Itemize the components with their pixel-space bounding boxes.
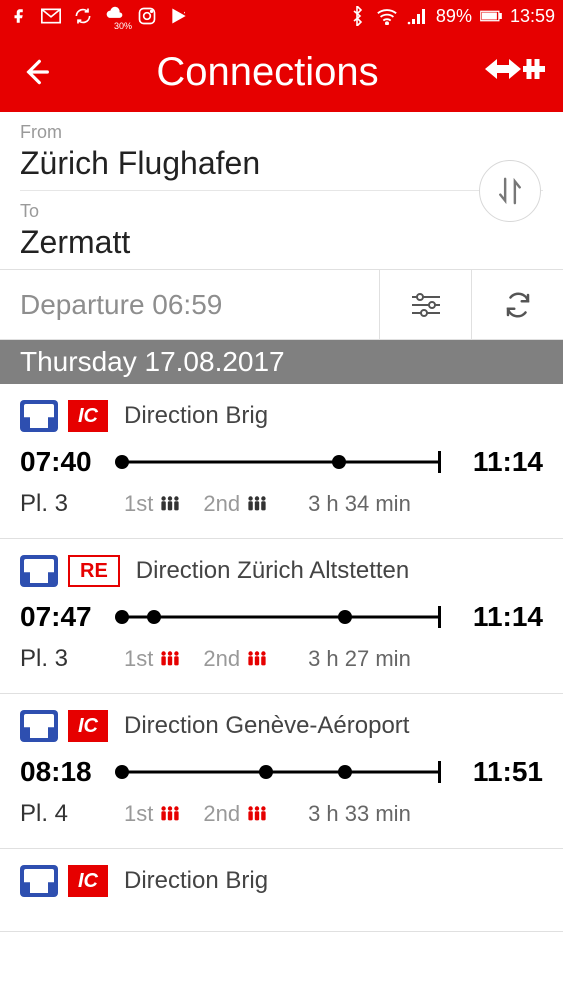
battery-icon [480, 5, 502, 27]
train-badge: IC [68, 400, 108, 432]
search-panel: From Zürich Flughafen To Zermatt [0, 112, 563, 270]
from-label: From [20, 122, 543, 143]
page-title: Connections [50, 50, 485, 95]
filter-button[interactable] [379, 270, 471, 339]
from-field[interactable]: From Zürich Flughafen [0, 112, 563, 190]
departure-time: 07:47 [20, 601, 110, 633]
duration-label: 3 h 33 min [308, 801, 411, 827]
connection-item[interactable]: IC Direction Brig 07:40 11:14 Pl. 3 1st … [0, 384, 563, 539]
connection-item[interactable]: IC Direction Genève-Aéroport 08:18 11:51… [0, 694, 563, 849]
first-class-label: 1st [124, 491, 153, 517]
direction-label: Direction Genève-Aéroport [124, 712, 409, 740]
second-class-label: 2nd [203, 646, 240, 672]
departure-time-button[interactable]: Departure 06:59 [0, 270, 379, 339]
clock-time: 13:59 [510, 6, 555, 27]
to-field[interactable]: To Zermatt [0, 191, 563, 269]
train-badge: IC [68, 710, 108, 742]
sliders-icon [410, 292, 442, 318]
connections-list: IC Direction Brig 07:40 11:14 Pl. 3 1st … [0, 384, 563, 932]
departure-time: 08:18 [20, 756, 110, 788]
connection-item[interactable]: IC Direction Brig [0, 849, 563, 932]
duration-label: 3 h 34 min [308, 491, 411, 517]
status-bar: 30% 89% 13:59 [0, 0, 563, 32]
swap-button[interactable] [479, 160, 541, 222]
occupancy-first-icon [159, 649, 181, 669]
arrival-time: 11:14 [453, 446, 543, 478]
train-icon [20, 865, 58, 897]
play-icon [168, 5, 190, 27]
platform-label: Pl. 3 [20, 490, 124, 518]
swap-icon [495, 174, 525, 208]
departure-row: Departure 06:59 [0, 270, 563, 340]
occupancy-first-icon [159, 804, 181, 824]
from-value: Zürich Flughafen [20, 145, 543, 182]
departure-time: 07:40 [20, 446, 110, 478]
direction-label: Direction Zürich Altstetten [136, 557, 409, 585]
journey-timeline [122, 604, 441, 630]
instagram-icon [136, 5, 158, 27]
journey-timeline [122, 759, 441, 785]
occupancy-second-icon [246, 804, 268, 824]
sbb-logo-icon [485, 57, 545, 87]
app-header: Connections [0, 32, 563, 112]
to-value: Zermatt [20, 224, 543, 261]
journey-timeline [122, 449, 441, 475]
direction-label: Direction Brig [124, 867, 268, 895]
direction-label: Direction Brig [124, 402, 268, 430]
duration-label: 3 h 27 min [308, 646, 411, 672]
occupancy-first-icon [159, 494, 181, 514]
first-class-label: 1st [124, 646, 153, 672]
date-header: Thursday 17.08.2017 [0, 340, 563, 384]
first-class-label: 1st [124, 801, 153, 827]
train-badge: RE [68, 555, 120, 587]
platform-label: Pl. 4 [20, 800, 124, 828]
second-class-label: 2nd [203, 801, 240, 827]
signal-icon [406, 5, 428, 27]
bluetooth-icon [346, 5, 368, 27]
train-icon [20, 555, 58, 587]
mail-icon [40, 5, 62, 27]
battery-percent: 89% [436, 6, 472, 27]
refresh-button[interactable] [471, 270, 563, 339]
occupancy-second-icon [246, 649, 268, 669]
train-badge: IC [68, 865, 108, 897]
occupancy-second-icon [246, 494, 268, 514]
arrival-time: 11:51 [453, 756, 543, 788]
back-button[interactable] [18, 56, 50, 88]
second-class-label: 2nd [203, 491, 240, 517]
sync-icon [72, 5, 94, 27]
refresh-icon [503, 290, 533, 320]
weather-icon: 30% [104, 5, 126, 27]
connection-item[interactable]: RE Direction Zürich Altstetten 07:47 11:… [0, 539, 563, 694]
platform-label: Pl. 3 [20, 645, 124, 673]
facebook-icon [8, 5, 30, 27]
to-label: To [20, 201, 543, 222]
wifi-icon [376, 5, 398, 27]
arrival-time: 11:14 [453, 601, 543, 633]
train-icon [20, 710, 58, 742]
train-icon [20, 400, 58, 432]
